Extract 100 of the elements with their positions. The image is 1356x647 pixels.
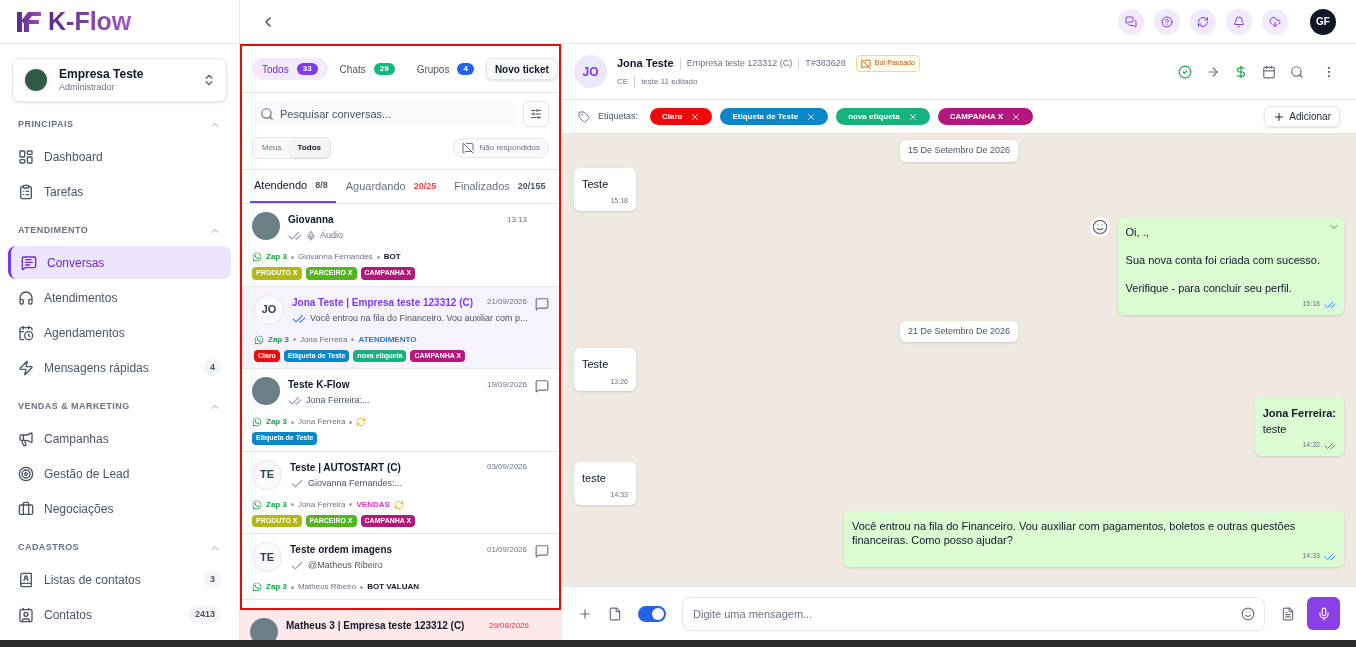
- help-button[interactable]: [1154, 8, 1180, 35]
- emoji-icon[interactable]: [1241, 606, 1255, 621]
- refresh-icon: [1197, 15, 1209, 28]
- comment-icon[interactable]: [535, 296, 549, 311]
- microphone-button[interactable]: [1307, 597, 1340, 630]
- filter-tab[interactable]: Grupos 4: [406, 58, 484, 80]
- conversation-time: 21/09/2026: [486, 296, 527, 308]
- nav-item[interactable]: Negociações: [8, 492, 231, 525]
- unanswered-button[interactable]: Não respondidos: [452, 138, 549, 158]
- conversation-time: 19/09/2026: [486, 378, 527, 391]
- nav-item[interactable]: Listas de contatos 3: [8, 563, 231, 596]
- add-tag-button[interactable]: Adicionar: [1264, 106, 1340, 127]
- microphone-icon: [1316, 606, 1331, 621]
- nav-icon: [18, 606, 34, 623]
- search-field[interactable]: Pesquisar conversas...: [252, 101, 515, 127]
- filter-tab[interactable]: Todos 33: [252, 58, 328, 80]
- comment-icon[interactable]: [535, 379, 549, 393]
- connection-name: Zap 3: [266, 581, 287, 593]
- status-count: 20/155: [516, 179, 547, 193]
- nav-item[interactable]: Tarefas: [8, 175, 231, 208]
- message-input[interactable]: Digite uma mensagem...: [682, 596, 1265, 631]
- account-switcher[interactable]: Empresa Teste Administrador: [12, 58, 227, 102]
- company-name: Empresa teste 123312 (C): [686, 56, 793, 70]
- nav-item[interactable]: Atendimentos: [8, 281, 231, 314]
- new-ticket-button[interactable]: Novo ticket: [485, 58, 558, 80]
- count-badge: 4: [204, 358, 221, 377]
- conversation-time: 13:13: [506, 213, 527, 226]
- nav-icon: [18, 571, 34, 588]
- tag-chip: Etiqueta de Teste: [720, 108, 829, 125]
- status-tab[interactable]: Aguardando 20/25: [341, 170, 445, 203]
- comment-icon[interactable]: [535, 544, 549, 558]
- ticket-number: T#383628: [805, 56, 846, 70]
- chats-button[interactable]: [1118, 8, 1144, 35]
- message-preview: Jona Ferreira:...: [306, 394, 370, 408]
- file-icon[interactable]: [608, 606, 622, 621]
- tag-chip: CAMPANHA X: [937, 108, 1034, 125]
- section-title: VENDAS & MARKETING: [18, 400, 130, 414]
- owner-option[interactable]: Todos: [289, 139, 329, 157]
- connection-name: Zap 3: [268, 333, 289, 346]
- agent-name: Jona Ferreira: [297, 498, 346, 511]
- search-icon[interactable]: [1290, 64, 1304, 79]
- nav-icon: [18, 359, 34, 376]
- remove-icon[interactable]: [907, 111, 918, 122]
- remove-icon[interactable]: [806, 111, 817, 122]
- agent-name: Giovanna Fernandes: [297, 251, 373, 263]
- dollar-icon[interactable]: [1234, 64, 1248, 79]
- conversation-time: 01/09/2026: [486, 543, 527, 556]
- contact-name: Jona Teste | Empresa teste 123312 (C): [292, 295, 474, 310]
- refresh-button[interactable]: [1190, 8, 1216, 35]
- nav-icon: [18, 148, 34, 165]
- contact-state: CE: [617, 75, 629, 88]
- nav-item[interactable]: Dashboard: [8, 140, 231, 173]
- user-avatar[interactable]: GF: [1310, 8, 1336, 35]
- nav-item[interactable]: Conversas: [8, 246, 231, 279]
- agent-name: Matheus Ribeiro: [297, 581, 357, 593]
- nav-item[interactable]: Mensagens rápidas 4: [8, 351, 231, 384]
- agent-name: Jona Ferreira: [299, 333, 348, 346]
- logo-mark-icon: [16, 10, 42, 33]
- nav-item[interactable]: Campanhas: [8, 422, 231, 455]
- status-tab[interactable]: Finalizados 20/155: [450, 170, 554, 203]
- remove-icon[interactable]: [690, 111, 701, 122]
- owner-option[interactable]: Meus: [254, 139, 290, 157]
- plus-icon[interactable]: [578, 606, 592, 621]
- count-badge: 2413: [188, 605, 221, 624]
- calendar-icon[interactable]: [1262, 64, 1276, 79]
- message-preview: Áudio: [320, 229, 344, 243]
- notifications-button[interactable]: [1226, 8, 1252, 35]
- filter-settings-button[interactable]: [523, 101, 549, 127]
- date-divider: 21 De Setembro De 2026: [899, 320, 1019, 342]
- nav-icon: [18, 465, 34, 482]
- resolve-icon[interactable]: [1178, 64, 1192, 79]
- account-name: Empresa Teste: [59, 66, 145, 82]
- signature-toggle[interactable]: [638, 605, 666, 622]
- message-text: Teste: [582, 176, 610, 192]
- remove-icon[interactable]: [1011, 111, 1022, 122]
- whatsapp-icon: [252, 252, 262, 262]
- filter-tab[interactable]: Chats 29: [329, 58, 405, 80]
- queue-name: VENDAS: [356, 498, 390, 511]
- chats-icon: [1125, 15, 1137, 28]
- nav-item[interactable]: Agendamentos: [8, 316, 231, 349]
- tags-label: Etiquetas:: [598, 109, 639, 123]
- tag-chip: Claro: [650, 108, 713, 125]
- plus-icon: [1273, 110, 1286, 123]
- contact-name: Jona Teste: [617, 56, 674, 72]
- queue-name: BOT: [383, 251, 401, 263]
- nav-item[interactable]: Contatos 2413: [8, 598, 231, 631]
- sliders-icon: [530, 108, 542, 120]
- conversation-time: 29/08/2026: [488, 619, 529, 632]
- sender-name: Jona Ferreira:: [1262, 406, 1336, 421]
- conversation-item[interactable]: Matheus 3 | Empresa teste 123312 (C) 29/08/2026: [240, 610, 561, 640]
- connection-name: Zap 3: [266, 251, 287, 263]
- nav-item[interactable]: Gestão de Lead: [8, 457, 231, 490]
- whatsapp-icon: [254, 334, 264, 345]
- nav-icon: [18, 500, 34, 517]
- whatsapp-icon: [252, 417, 262, 427]
- emoji-icon[interactable]: [1089, 216, 1110, 237]
- cloud-download-button[interactable]: [1262, 8, 1288, 35]
- document-icon[interactable]: [1281, 606, 1295, 621]
- contact-avatar: JO: [254, 294, 284, 325]
- count-badge: 4: [457, 63, 474, 75]
